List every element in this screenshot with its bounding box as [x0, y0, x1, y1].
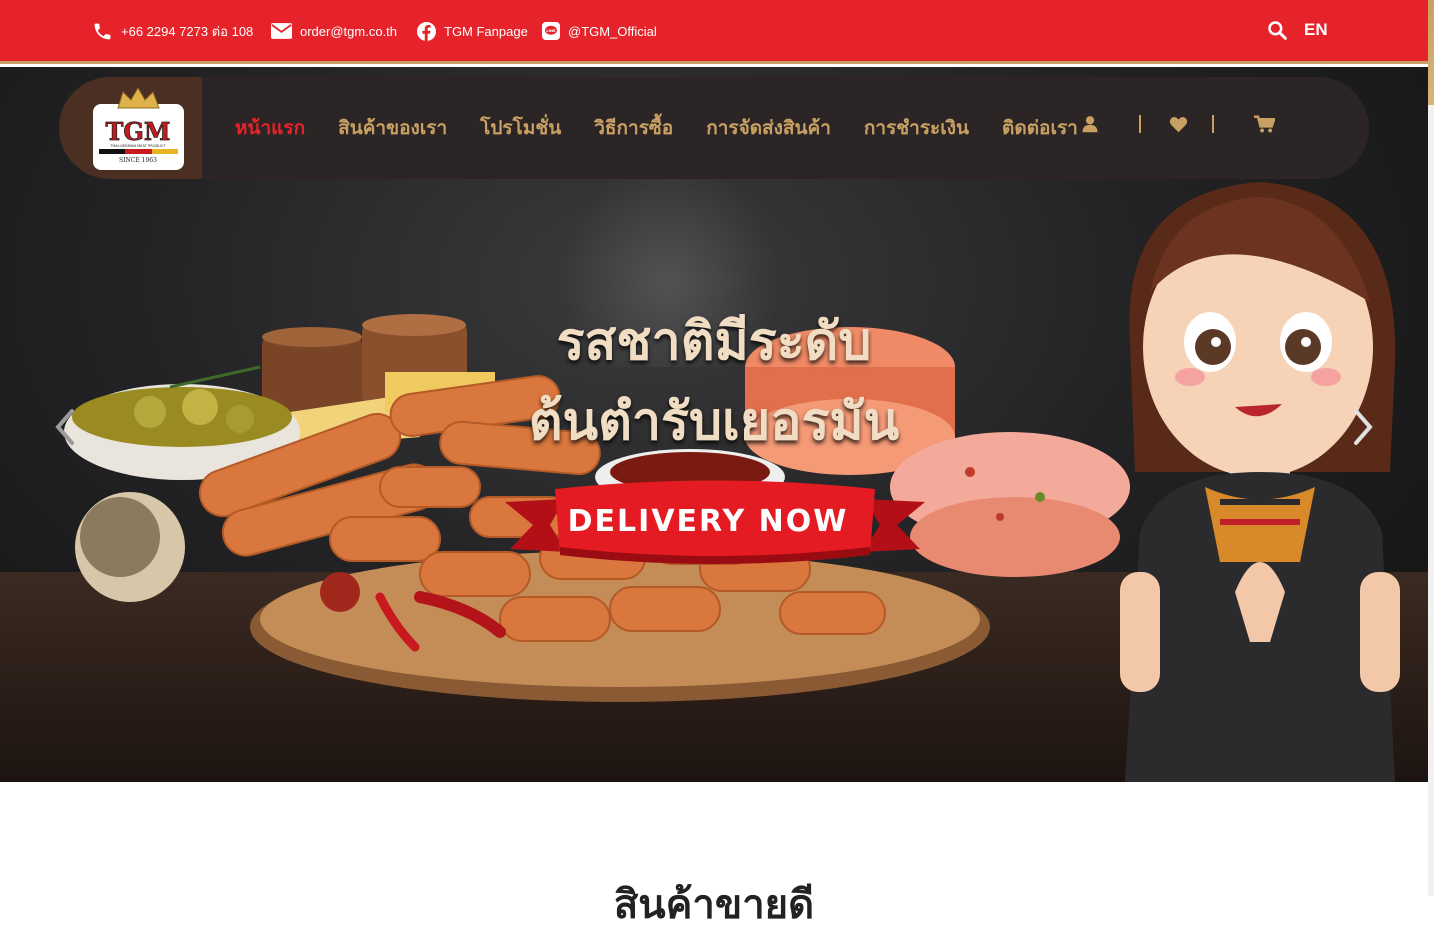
svg-text:TGM: TGM: [106, 117, 171, 146]
scrollbar-thumb[interactable]: [1428, 0, 1434, 105]
carousel-prev-icon[interactable]: [52, 407, 76, 447]
user-icon[interactable]: [1081, 115, 1099, 133]
hero-headline-line2: ต้นตำรับเยอรมัน: [528, 392, 900, 452]
mascot-character: [1120, 182, 1400, 782]
nav-item-home[interactable]: หน้าแรก: [235, 113, 305, 143]
language-switch[interactable]: EN: [1304, 20, 1328, 40]
carousel-next-icon[interactable]: [1352, 407, 1376, 447]
email-contact[interactable]: order@tgm.co.th: [271, 19, 397, 43]
facebook-link[interactable]: TGM Fanpage: [417, 19, 528, 43]
facebook-text: TGM Fanpage: [444, 23, 528, 39]
nav-item-delivery[interactable]: การจัดส่งสินค้า: [706, 113, 831, 143]
section-title-best-sellers: สินค้าขายดี: [613, 882, 815, 928]
nav-actions: [1081, 115, 1275, 133]
phone-contact[interactable]: +66 2294 7273 ต่อ 108: [92, 19, 253, 43]
email-text: order@tgm.co.th: [300, 23, 398, 39]
phone-text: +66 2294 7273 ต่อ 108: [121, 23, 254, 39]
mail-icon: [271, 23, 292, 39]
tgm-logo[interactable]: TGM THAI-GERMAN MEAT PRODUCT SINCE 1963: [93, 86, 184, 170]
nav-menu: หน้าแรก สินค้าของเรา โปรโมชั่น วิธีการซื…: [235, 113, 1111, 143]
nav-item-promotions[interactable]: โปรโมชั่น: [480, 113, 561, 143]
nav-separator: [1212, 115, 1214, 133]
delivery-ribbon-text[interactable]: DELIVERY NOW: [558, 504, 858, 539]
svg-text:LINE: LINE: [546, 29, 556, 33]
nav-item-payment[interactable]: การชำระเงิน: [864, 113, 969, 143]
nav-item-products[interactable]: สินค้าของเรา: [338, 113, 447, 143]
line-text: @TGM_Official: [568, 23, 657, 39]
hero-headline-line1: รสชาติมีระดับ: [556, 312, 872, 372]
nav-item-how-to-buy[interactable]: วิธีการซื้อ: [594, 113, 673, 143]
svg-text:SINCE 1963: SINCE 1963: [119, 157, 157, 164]
scrollbar-track[interactable]: [1428, 0, 1434, 896]
phone-icon: [94, 23, 111, 39]
nav-separator: [1139, 115, 1141, 133]
line-icon: LINE: [542, 22, 560, 40]
main-navigation: TGM THAI-GERMAN MEAT PRODUCT SINCE 1963 …: [59, 77, 1369, 179]
cart-icon[interactable]: [1254, 115, 1275, 133]
search-icon: [1268, 21, 1287, 40]
nav-item-contact[interactable]: ติดต่อเรา: [1002, 113, 1078, 143]
top-contact-bar: +66 2294 7273 ต่อ 108 order@tgm.co.th TG…: [0, 0, 1428, 64]
hero-banner: TGM THAI-GERMAN MEAT PRODUCT SINCE 1963 …: [0, 67, 1428, 782]
search-button[interactable]: [1267, 20, 1287, 45]
heart-icon[interactable]: [1169, 116, 1188, 133]
svg-text:THAI-GERMAN MEAT PRODUCT: THAI-GERMAN MEAT PRODUCT: [109, 144, 166, 148]
line-link[interactable]: LINE @TGM_Official: [542, 19, 657, 43]
facebook-icon: [417, 21, 436, 41]
